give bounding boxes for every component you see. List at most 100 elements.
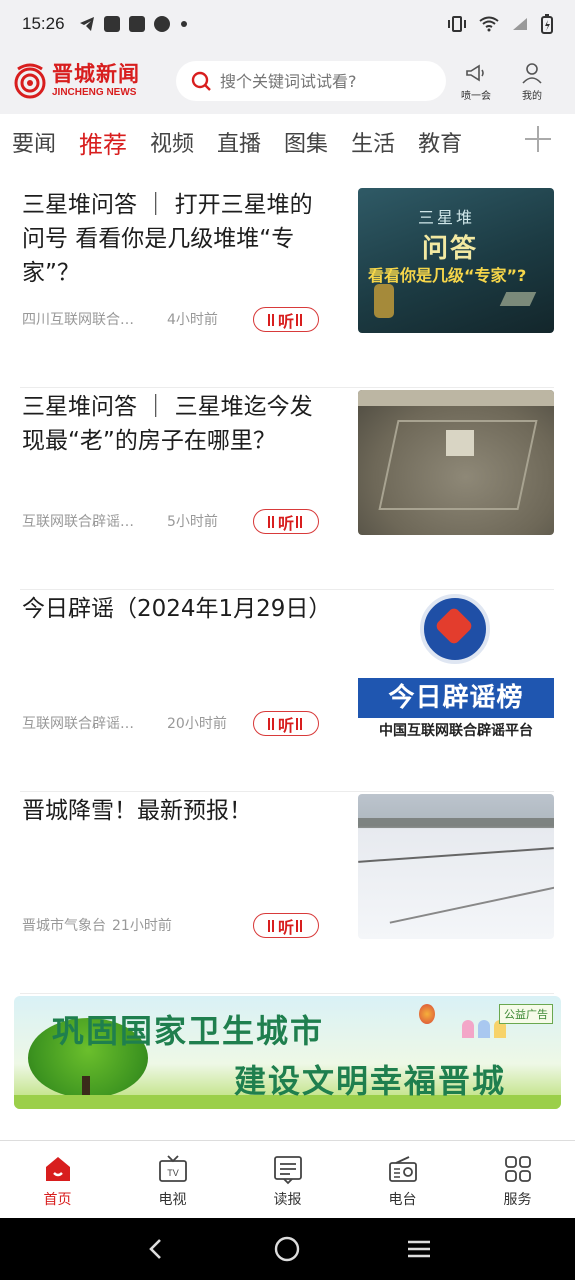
- news-source: 互联网联合辟谣…: [22, 716, 134, 732]
- thumb-caption: 看看你是几级“专家”?: [368, 266, 527, 285]
- sound-wave-icon: [296, 313, 304, 326]
- system-nav-bar: [0, 1218, 575, 1280]
- public-service-banner[interactable]: 巩固国家卫生城市 建设文明幸福晋城 公益广告: [14, 996, 561, 1109]
- sound-wave-icon: [267, 919, 276, 932]
- battery-icon: [541, 14, 553, 34]
- tab-yaowen[interactable]: 要闻: [12, 126, 56, 158]
- sound-wave-icon: [296, 515, 304, 528]
- svg-text:TV: TV: [167, 1168, 179, 1178]
- sound-wave-icon: [296, 717, 304, 730]
- wifi-icon: [479, 16, 499, 32]
- logo-text-en: JINCHENG NEWS: [52, 87, 137, 98]
- banner-slogan: 建设文明幸福晋城: [234, 1062, 507, 1100]
- news-thumbnail[interactable]: 今日辟谣榜 中国互联网联合辟谣平台: [358, 592, 554, 737]
- news-time: 21小时前: [112, 918, 172, 934]
- mine-label: 我的: [522, 90, 542, 102]
- thumb-caption: 中国互联网联合辟谣平台: [379, 723, 533, 737]
- shout-label: 喷一会: [461, 90, 491, 102]
- mail-icon: [103, 16, 120, 32]
- tab-shipin[interactable]: 视频: [150, 126, 194, 158]
- search-bar[interactable]: [176, 61, 446, 101]
- nav-newspaper[interactable]: 读报: [230, 1141, 345, 1218]
- excavation-edge: [358, 390, 554, 406]
- tab-zhibo[interactable]: 直播: [217, 126, 261, 158]
- search-input[interactable]: [220, 71, 430, 91]
- listen-button[interactable]: 听: [253, 509, 319, 534]
- news-thumbnail[interactable]: [358, 390, 554, 535]
- fence-line: [389, 886, 554, 924]
- radio-icon: [388, 1156, 417, 1182]
- mine-button[interactable]: 我的: [506, 61, 558, 102]
- shout-button[interactable]: 喷一会: [450, 61, 502, 102]
- nav-label: 读报: [273, 1192, 302, 1208]
- banner-slogan: 巩固国家卫生城市: [52, 1012, 325, 1050]
- home-icon: [45, 1157, 70, 1181]
- bronze-mask-image: [374, 284, 394, 318]
- news-thumbnail[interactable]: [358, 794, 554, 939]
- logo-mark-icon: [14, 63, 46, 99]
- tab-tuji[interactable]: 图集: [284, 126, 328, 158]
- grid-icon: [504, 1156, 531, 1182]
- news-item[interactable]: 晋城降雪！最新预报！ 晋城市气象台 21小时前 听: [20, 794, 554, 994]
- news-title[interactable]: 晋城降雪！最新预报！: [22, 794, 334, 828]
- app-logo: 晋城新闻 JINCHENG NEWS: [12, 63, 162, 99]
- tree-line: [358, 818, 554, 828]
- listen-label: 听: [277, 513, 294, 533]
- tab-tuijian[interactable]: 推荐: [79, 125, 127, 160]
- back-icon[interactable]: [142, 1235, 170, 1263]
- tab-jiaoyu[interactable]: 教育: [418, 126, 462, 158]
- news-time: 20小时前: [167, 716, 227, 732]
- news-source: 四川互联网联合…: [22, 312, 134, 328]
- newspaper-icon: [273, 1156, 302, 1185]
- listen-label: 听: [277, 715, 294, 735]
- sound-wave-icon: [267, 515, 276, 528]
- excavation-block: [446, 430, 474, 456]
- news-source: 互联网联合辟谣…: [22, 514, 134, 530]
- sound-wave-icon: [267, 717, 276, 730]
- tab-shenghuo[interactable]: 生活: [351, 126, 395, 158]
- news-title[interactable]: 三星堆问答 ｜ 三星堆迄今发现最“老”的房子在哪里？: [22, 390, 334, 458]
- nav-radio[interactable]: 电台: [345, 1141, 460, 1218]
- status-bar: 15:26: [0, 0, 575, 48]
- nav-home[interactable]: 首页: [0, 1141, 115, 1218]
- nav-label: 电台: [388, 1192, 417, 1208]
- channel-tabs: 要闻 推荐 视频 直播 图集 生活 教育: [0, 114, 575, 170]
- listen-button[interactable]: 听: [253, 307, 319, 332]
- nav-services[interactable]: 服务: [460, 1141, 575, 1218]
- listen-label: 听: [277, 311, 294, 331]
- sound-wave-icon: [267, 313, 276, 326]
- mail-icon-2: [128, 16, 145, 32]
- add-channel-icon[interactable]: [525, 126, 551, 152]
- app-header: 晋城新闻 JINCHENG NEWS 喷一会 我的: [0, 48, 575, 114]
- home-button-icon[interactable]: [273, 1235, 301, 1263]
- listen-button[interactable]: 听: [253, 711, 319, 736]
- news-time: 4小时前: [167, 312, 218, 328]
- balloon-icon: [419, 1004, 435, 1024]
- house-icon: [462, 1020, 474, 1038]
- nav-label: 服务: [503, 1192, 532, 1208]
- vibrate-icon: [448, 16, 466, 32]
- news-item[interactable]: 今日辟谣（2024年1月29日） 互联网联合辟谣… 20小时前 听 今日辟谣榜 …: [20, 592, 554, 792]
- status-time: 15:26: [22, 14, 65, 33]
- sound-wave-icon: [296, 919, 304, 932]
- news-title[interactable]: 三星堆问答 ｜ 打开三星堆的问号 看看你是几级堆堆“专家”？: [22, 188, 334, 290]
- logo-text-cn: 晋城新闻: [52, 62, 140, 86]
- clock-icon: [153, 16, 170, 32]
- news-item[interactable]: 三星堆问答 ｜ 三星堆迄今发现最“老”的房子在哪里？ 互联网联合辟谣… 5小时前…: [20, 390, 554, 590]
- news-title[interactable]: 今日辟谣（2024年1月29日）: [22, 592, 334, 626]
- user-icon: [522, 62, 542, 84]
- listen-button[interactable]: 听: [253, 913, 319, 938]
- ad-tag: 公益广告: [499, 1004, 553, 1024]
- signal-icon: [513, 18, 527, 30]
- recents-icon[interactable]: [405, 1235, 433, 1263]
- nav-label: 电视: [158, 1192, 187, 1208]
- news-thumbnail[interactable]: 三星堆 问答 看看你是几级“专家”?: [358, 188, 554, 333]
- news-source: 晋城市气象台: [22, 918, 106, 934]
- house-icon: [478, 1020, 490, 1038]
- nav-tv[interactable]: TV 电视: [115, 1141, 230, 1218]
- thumb-caption: 今日辟谣榜: [358, 678, 554, 718]
- news-item[interactable]: 三星堆问答 ｜ 打开三星堆的问号 看看你是几级堆堆“专家”？ 四川互联网联合… …: [20, 188, 554, 388]
- search-icon: [191, 71, 211, 91]
- bronze-bird-image: [499, 292, 537, 306]
- telegram-icon: [79, 16, 95, 32]
